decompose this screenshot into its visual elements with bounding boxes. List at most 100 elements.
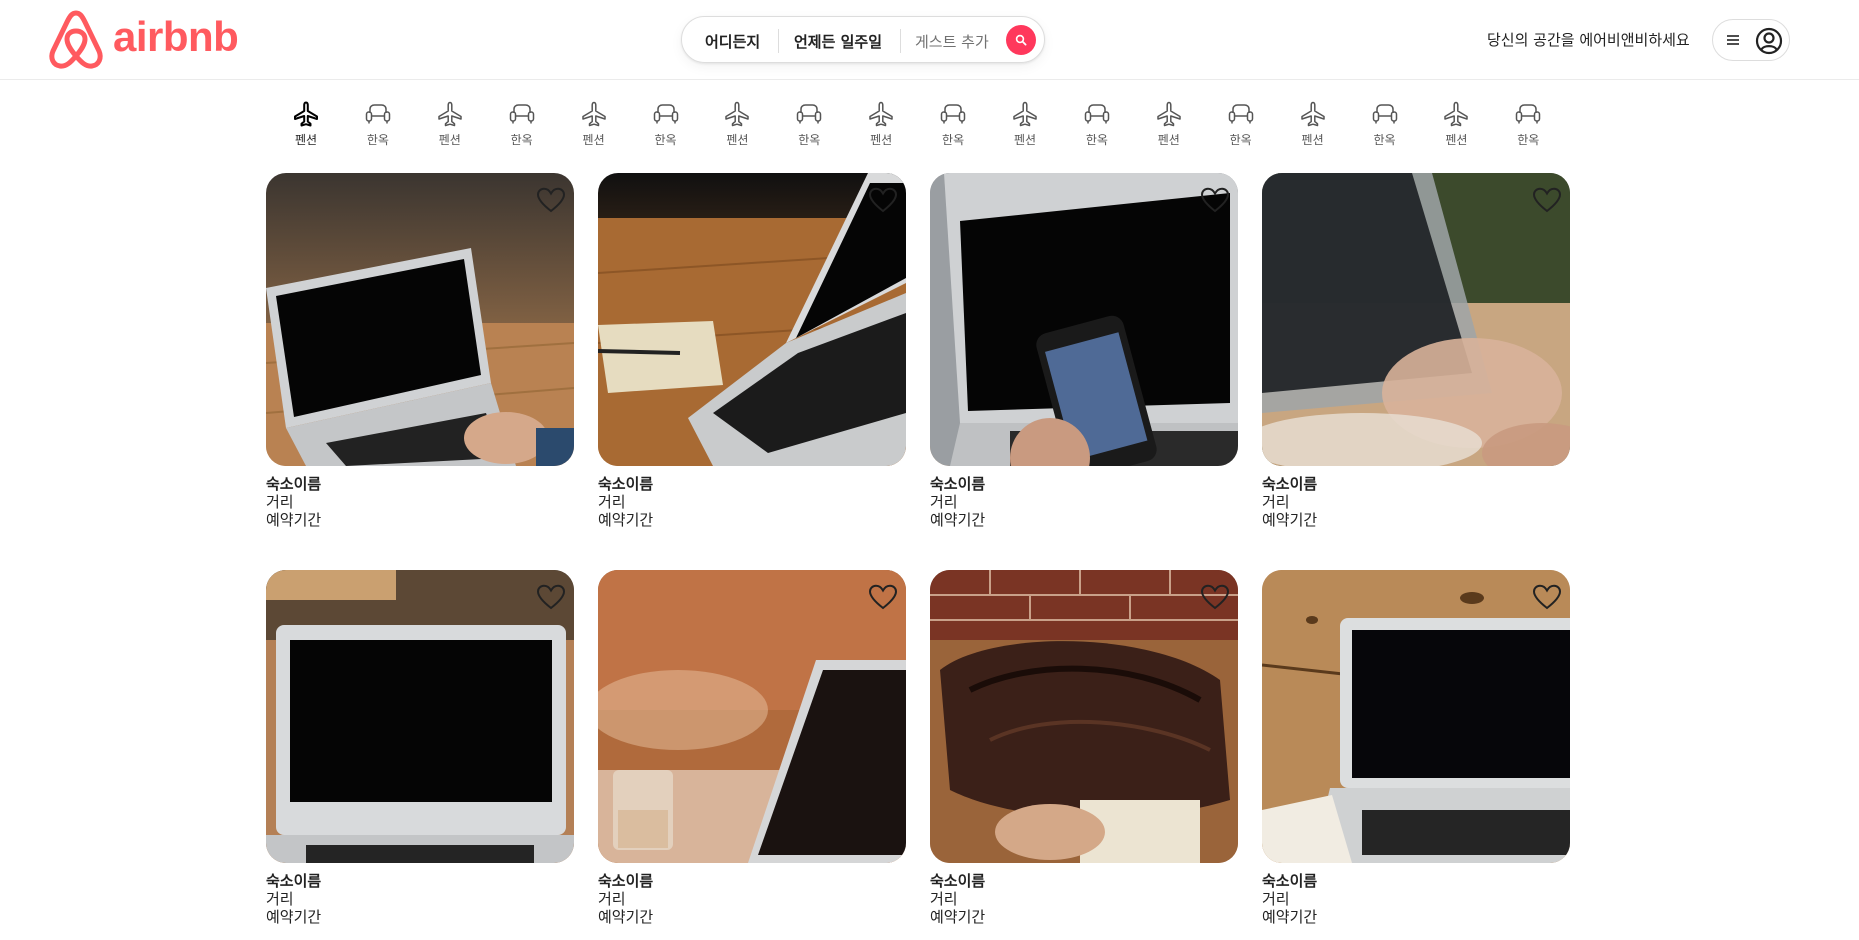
category-bar: 펜션 한옥 펜션 한옥 펜션 한옥 펜션 한옥 펜션 한옥 펜션 한옥 펜션 한옥 펜션 한옥 펜션 한옥: [0, 96, 1859, 156]
category-item[interactable]: 한옥: [925, 96, 981, 152]
listing-distance: 거리: [1262, 890, 1290, 908]
listing-photo[interactable]: [266, 570, 574, 863]
airplane-icon: [294, 101, 318, 127]
listing-card[interactable]: 숙소이름 거리 예약기간: [266, 173, 574, 543]
category-item[interactable]: 펜션: [853, 96, 909, 152]
listing-card[interactable]: 숙소이름 거리 예약기간: [598, 570, 906, 940]
listing-distance: 거리: [266, 890, 294, 908]
listing-info: 숙소이름 거리 예약기간: [930, 475, 985, 529]
category-label: 펜션: [726, 133, 749, 147]
armchair-icon: [365, 104, 391, 124]
category-item[interactable]: 펜션: [997, 96, 1053, 152]
brand-name: airbnb: [113, 13, 239, 60]
search-guests[interactable]: 게스트 추가: [915, 31, 989, 52]
category-item[interactable]: 펜션: [422, 96, 478, 152]
search-where[interactable]: 어디든지: [705, 31, 760, 52]
listing-card[interactable]: 숙소이름 거리 예약기간: [1262, 173, 1570, 543]
search-divider: [778, 29, 779, 53]
category-item[interactable]: 펜션: [1141, 96, 1197, 152]
listing-dates: 예약기간: [266, 511, 322, 529]
listing-info: 숙소이름 거리 예약기간: [1262, 872, 1317, 926]
category-item[interactable]: 한옥: [1500, 96, 1556, 152]
listing-photo[interactable]: [598, 570, 906, 863]
listing-photo[interactable]: [598, 173, 906, 466]
listing-name[interactable]: 숙소이름: [1262, 872, 1317, 890]
listing-photo[interactable]: [1262, 570, 1570, 863]
listing-card[interactable]: 숙소이름 거리 예약기간: [930, 173, 1238, 543]
listing-distance: 거리: [930, 890, 958, 908]
category-label: 펜션: [870, 133, 893, 147]
category-item[interactable]: 한옥: [638, 96, 694, 152]
category-item[interactable]: 한옥: [781, 96, 837, 152]
heart-icon[interactable]: [868, 584, 898, 610]
airplane-icon: [1157, 101, 1181, 127]
category-item[interactable]: 한옥: [494, 96, 550, 152]
airplane-icon: [1444, 101, 1469, 127]
category-item[interactable]: 펜션: [1428, 96, 1484, 152]
airplane-icon: [1300, 101, 1325, 127]
listing-distance: 거리: [1262, 493, 1290, 511]
listing-distance: 거리: [266, 493, 294, 511]
listing-distance: 거리: [598, 890, 626, 908]
heart-icon[interactable]: [868, 187, 898, 213]
armchair-icon: [653, 104, 678, 124]
listing-name[interactable]: 숙소이름: [930, 475, 985, 493]
airplane-icon: [869, 101, 893, 127]
heart-icon[interactable]: [1532, 187, 1562, 213]
listing-name[interactable]: 숙소이름: [930, 872, 985, 890]
category-item[interactable]: 펜션: [709, 96, 765, 152]
category-item[interactable]: 펜션: [566, 96, 622, 152]
category-item[interactable]: 펜션: [278, 96, 334, 152]
search-button[interactable]: [1006, 25, 1036, 55]
category-item[interactable]: 한옥: [1213, 96, 1269, 152]
listing-dates: 예약기간: [598, 511, 654, 529]
heart-icon[interactable]: [1200, 187, 1230, 213]
user-menu-button[interactable]: [1712, 19, 1790, 61]
listing-card[interactable]: 숙소이름 거리 예약기간: [930, 570, 1238, 940]
category-label: 한옥: [1373, 133, 1396, 147]
category-item[interactable]: 한옥: [1357, 96, 1413, 152]
armchair-icon: [1372, 104, 1397, 124]
listing-photo[interactable]: [930, 173, 1238, 466]
heart-icon[interactable]: [536, 584, 566, 610]
listing-photo[interactable]: [930, 570, 1238, 863]
listing-info: 숙소이름 거리 예약기간: [266, 872, 321, 926]
category-label: 한옥: [366, 133, 389, 147]
heart-icon[interactable]: [1532, 584, 1562, 610]
listing-photo[interactable]: [266, 173, 574, 466]
hamburger-menu-icon: [1727, 35, 1739, 45]
user-avatar-icon: [1755, 27, 1783, 55]
armchair-icon: [509, 104, 534, 124]
category-label: 한옥: [510, 133, 533, 147]
listing-dates: 예약기간: [930, 908, 986, 926]
listing-distance: 거리: [930, 493, 958, 511]
listing-photo[interactable]: [1262, 173, 1570, 466]
heart-icon[interactable]: [1200, 584, 1230, 610]
listing-name[interactable]: 숙소이름: [598, 872, 653, 890]
listing-distance: 거리: [598, 493, 626, 511]
host-link[interactable]: 당신의 공간을 에어비앤비하세요: [1487, 29, 1690, 50]
airplane-icon: [1013, 101, 1037, 127]
listing-card[interactable]: 숙소이름 거리 예약기간: [1262, 570, 1570, 940]
search-when[interactable]: 언제든 일주일: [794, 31, 882, 52]
listing-name[interactable]: 숙소이름: [266, 872, 321, 890]
category-item[interactable]: 한옥: [350, 96, 406, 152]
listing-info: 숙소이름 거리 예약기간: [1262, 475, 1317, 529]
listing-dates: 예약기간: [266, 908, 322, 926]
category-label: 펜션: [1445, 133, 1468, 147]
search-divider: [900, 29, 901, 53]
category-label: 펜션: [294, 133, 318, 147]
listing-name[interactable]: 숙소이름: [266, 475, 321, 493]
search-bar[interactable]: 어디든지 언제든 일주일 게스트 추가: [681, 16, 1045, 63]
listing-card[interactable]: 숙소이름 거리 예약기간: [598, 173, 906, 543]
category-label: 펜션: [582, 133, 605, 147]
listing-name[interactable]: 숙소이름: [598, 475, 653, 493]
heart-icon[interactable]: [536, 187, 566, 213]
category-label: 펜션: [1301, 133, 1324, 147]
listing-card[interactable]: 숙소이름 거리 예약기간: [266, 570, 574, 940]
airbnb-logo[interactable]: airbnb: [45, 7, 239, 73]
category-item[interactable]: 펜션: [1285, 96, 1341, 152]
listing-name[interactable]: 숙소이름: [1262, 475, 1317, 493]
listing-dates: 예약기간: [930, 511, 986, 529]
category-item[interactable]: 한옥: [1069, 96, 1125, 152]
